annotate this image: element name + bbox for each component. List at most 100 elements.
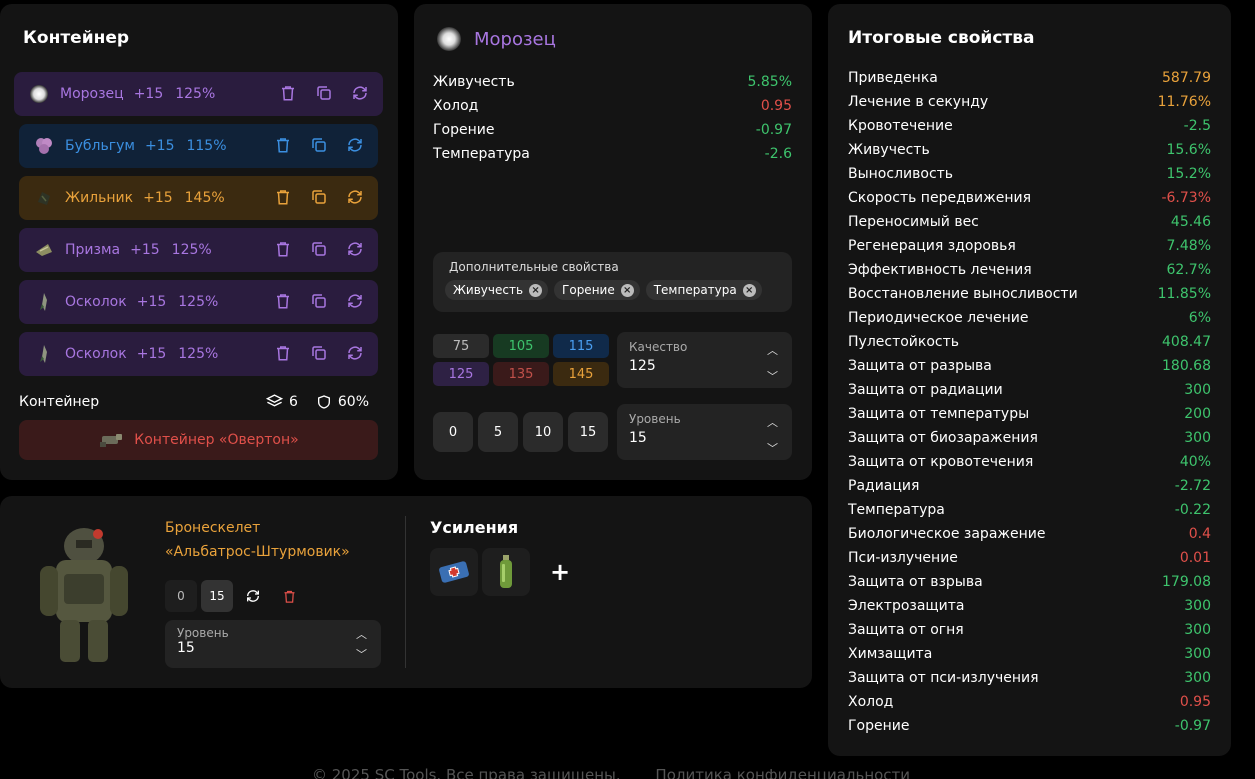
trash-icon[interactable] (279, 84, 297, 102)
total-label: Скорость передвижения (848, 190, 1031, 206)
total-value: 587.79 (1162, 70, 1211, 86)
property-chip: Горение × (554, 280, 640, 300)
quality-select[interactable]: Качество 125 ︿ ﹀ (617, 332, 792, 388)
total-label: Защита от биозаражения (848, 430, 1038, 446)
chevron-up-icon[interactable]: ︿ (767, 414, 778, 430)
total-row: Восстановление выносливости 11.85% (848, 282, 1211, 306)
protection-stat: 60% (316, 394, 369, 410)
level-select[interactable]: Уровень 15 ︿ ﹀ (617, 404, 792, 460)
total-value: 300 (1184, 622, 1211, 638)
total-label: Биологическое заражение (848, 526, 1046, 542)
layers-icon (265, 394, 283, 407)
artifact-quality: 145% (184, 190, 225, 206)
container-select-button[interactable]: Контейнер «Овертон» (19, 420, 378, 460)
chevron-down-icon[interactable]: ﹀ (767, 368, 778, 384)
copy-icon[interactable] (315, 84, 333, 102)
copyright: © 2025 SC Tools. Все права защищены. (312, 766, 621, 779)
total-value: 7.48% (1166, 238, 1211, 254)
swap-icon[interactable] (346, 188, 364, 206)
level-option-button[interactable]: 15 (568, 412, 608, 452)
total-label: Пулестойкость (848, 334, 960, 350)
total-label: Регенерация здоровья (848, 238, 1016, 254)
total-row: Горение -0.97 (848, 714, 1211, 738)
boost-medkit-item[interactable] (430, 548, 478, 596)
artifact-name: Бубльгум (65, 138, 135, 154)
quality-option-button[interactable]: 115 (553, 334, 609, 358)
total-row: Переносимый вес 45.46 (848, 210, 1211, 234)
close-icon[interactable]: × (742, 283, 756, 297)
chevron-down-icon[interactable]: ﹀ (767, 440, 778, 456)
chevron-down-icon[interactable]: ﹀ (356, 646, 367, 662)
swap-icon[interactable] (346, 292, 364, 310)
artifact-row[interactable]: Бубльгум +15 115% (19, 124, 378, 168)
copy-icon[interactable] (310, 292, 328, 310)
extra-title: Дополнительные свойства (449, 260, 619, 274)
trash-icon[interactable] (274, 188, 292, 206)
container-name: Контейнер «Овертон» (134, 432, 299, 448)
level-option-button[interactable]: 0 (433, 412, 473, 452)
add-boost-button[interactable]: + (550, 558, 570, 586)
chip-label: Горение (562, 283, 615, 297)
chevron-up-icon[interactable]: ︿ (356, 626, 367, 642)
total-row: Защита от разрыва 180.68 (848, 354, 1211, 378)
artifact-quality: 125% (178, 346, 219, 362)
copy-icon[interactable] (310, 344, 328, 362)
total-row: Эффективность лечения 62.7% (848, 258, 1211, 282)
armor-level-0-button[interactable]: 0 (165, 580, 197, 612)
total-row: Температура -0.22 (848, 498, 1211, 522)
privacy-link[interactable]: Политика конфиденциальности (655, 766, 910, 779)
chevron-up-icon[interactable]: ︿ (767, 342, 778, 358)
swap-icon[interactable] (346, 136, 364, 154)
artifact-row[interactable]: Осколок +15 125% (19, 332, 378, 376)
total-label: Приведенка (848, 70, 938, 86)
close-icon[interactable]: × (620, 283, 634, 297)
level-option-button[interactable]: 10 (523, 412, 563, 452)
armor-level-select[interactable]: Уровень 15 ︿ ﹀ (165, 620, 381, 668)
copy-icon[interactable] (310, 240, 328, 258)
total-label: Живучесть (848, 142, 930, 158)
quality-option-button[interactable]: 125 (433, 362, 489, 386)
swap-icon[interactable] (351, 84, 369, 102)
total-value: -2.5 (1183, 118, 1211, 134)
total-value: 40% (1179, 454, 1211, 470)
swap-icon[interactable] (346, 240, 364, 258)
total-value: 200 (1184, 406, 1211, 422)
total-row: Биологическое заражение 0.4 (848, 522, 1211, 546)
total-row: Живучесть 15.6% (848, 138, 1211, 162)
quality-option-button[interactable]: 135 (493, 362, 549, 386)
artifact-row[interactable]: Жильник +15 145% (19, 176, 378, 220)
artifact-quality: 125% (175, 86, 216, 102)
copy-icon[interactable] (310, 136, 328, 154)
artifact-name: Жильник (65, 190, 134, 206)
artifact-upgrade: +15 (143, 190, 173, 206)
close-icon[interactable]: × (529, 283, 543, 297)
bubblegum-icon (33, 135, 55, 157)
total-row: Защита от биозаражения 300 (848, 426, 1211, 450)
boost-bottle-item[interactable] (482, 548, 530, 596)
trash-icon[interactable] (274, 240, 292, 258)
trash-icon[interactable] (274, 292, 292, 310)
armor-level-15-button[interactable]: 15 (201, 580, 233, 612)
prop-label: Живучесть (433, 74, 515, 90)
quality-option-button[interactable]: 105 (493, 334, 549, 358)
swap-icon[interactable] (237, 580, 269, 612)
trash-icon[interactable] (274, 136, 292, 154)
trash-icon[interactable] (273, 580, 305, 612)
quality-option-button[interactable]: 75 (433, 334, 489, 358)
level-option-button[interactable]: 5 (478, 412, 518, 452)
total-label: Химзащита (848, 646, 933, 662)
quality-option-button[interactable]: 145 (553, 362, 609, 386)
swap-icon[interactable] (346, 344, 364, 362)
artifact-row[interactable]: Призма +15 125% (19, 228, 378, 272)
bottle-icon (500, 555, 512, 588)
artifact-row[interactable]: Морозец +15 125% (14, 72, 383, 116)
artifact-upgrade: +15 (144, 138, 175, 154)
artifact-row[interactable]: Осколок +15 125% (19, 280, 378, 324)
trash-icon[interactable] (274, 344, 292, 362)
boosts-list: + (430, 548, 570, 596)
quality-grid: 75 105 115 125 135 145 (433, 334, 609, 386)
total-label: Защита от пси-излучения (848, 670, 1039, 686)
prop-row: Температура -2.6 (433, 142, 792, 166)
total-row: Защита от пси-излучения 300 (848, 666, 1211, 690)
copy-icon[interactable] (310, 188, 328, 206)
